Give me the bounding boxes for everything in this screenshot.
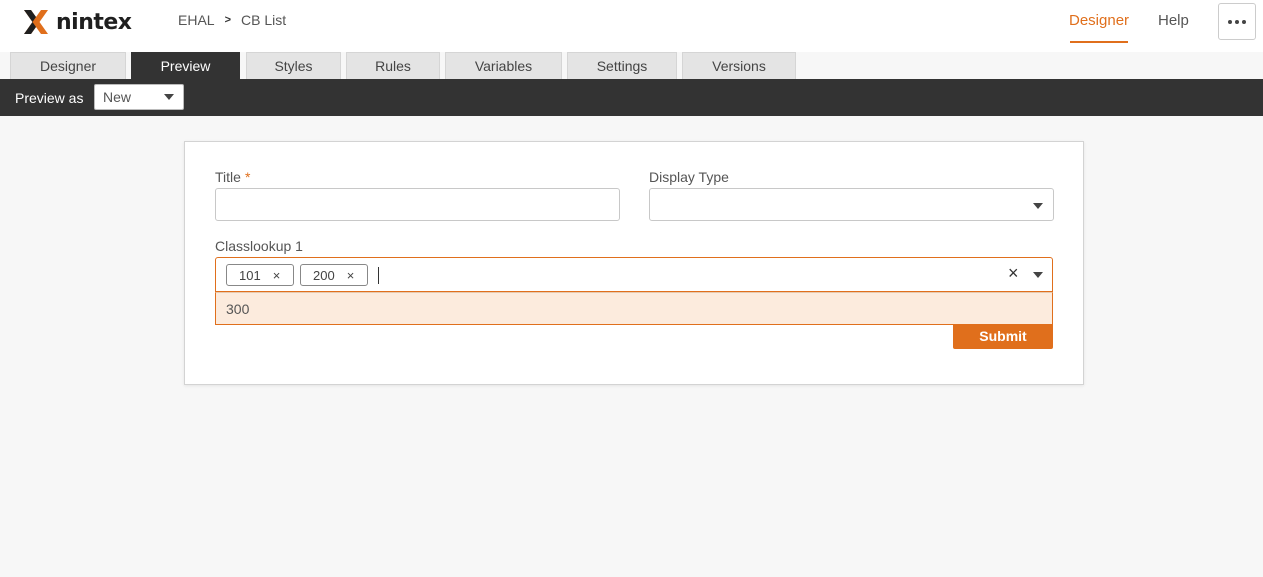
- chevron-right-icon: >: [224, 14, 232, 26]
- tab-variables[interactable]: Variables: [445, 52, 562, 79]
- text-cursor: [378, 267, 379, 284]
- chip-label: 200: [313, 267, 335, 283]
- dropdown-option[interactable]: 300: [215, 292, 1053, 325]
- nintex-x-icon: [22, 8, 50, 36]
- classlookup-multiselect[interactable]: 101 × 200 × ×: [215, 257, 1053, 292]
- ellipsis-icon: [1228, 19, 1232, 24]
- tab-designer[interactable]: Designer: [10, 52, 126, 79]
- ellipsis-dot: [1242, 19, 1246, 24]
- preview-as-value: New: [103, 89, 132, 105]
- title-label-text: Title: [215, 169, 241, 185]
- nintex-logo[interactable]: nintex: [22, 8, 132, 36]
- caret-down-icon[interactable]: [1033, 272, 1043, 278]
- tab-preview[interactable]: Preview: [131, 52, 240, 79]
- tab-settings[interactable]: Settings: [567, 52, 677, 79]
- display-type-label: Display Type: [649, 169, 729, 185]
- form-card: Title * Display Type Classlookup 1 101 × …: [184, 141, 1084, 385]
- selected-chip: 200 ×: [300, 264, 368, 286]
- title-input[interactable]: [215, 188, 620, 221]
- caret-down-icon: [1033, 203, 1043, 209]
- tab-rules[interactable]: Rules: [346, 52, 440, 79]
- more-options-button[interactable]: [1218, 3, 1256, 40]
- breadcrumb-item-ehal[interactable]: EHAL: [178, 12, 215, 28]
- logo-text: nintex: [56, 9, 132, 35]
- nav-active-indicator: [1070, 41, 1128, 43]
- preview-as-select[interactable]: New: [94, 84, 184, 110]
- app-header: nintex EHAL > CB List Designer Help: [0, 0, 1263, 52]
- preview-toolbar: Preview as New: [0, 79, 1263, 116]
- ellipsis-dot: [1235, 19, 1239, 24]
- tab-versions[interactable]: Versions: [682, 52, 796, 79]
- caret-down-icon: [164, 94, 174, 100]
- chip-label: 101: [239, 267, 261, 283]
- nav-designer-link[interactable]: Designer: [1069, 12, 1129, 29]
- classlookup-label: Classlookup 1: [215, 238, 303, 254]
- display-type-select[interactable]: [649, 188, 1054, 221]
- tab-styles[interactable]: Styles: [246, 52, 341, 79]
- selected-chip: 101 ×: [226, 264, 294, 286]
- chip-remove-icon[interactable]: ×: [347, 268, 355, 283]
- clear-icon[interactable]: ×: [1008, 263, 1019, 284]
- breadcrumb-item-cb-list[interactable]: CB List: [241, 12, 286, 28]
- breadcrumb: EHAL > CB List: [178, 12, 286, 28]
- preview-as-label: Preview as: [15, 90, 84, 106]
- title-field-label: Title *: [215, 169, 250, 185]
- nav-help-link[interactable]: Help: [1158, 12, 1189, 29]
- chip-remove-icon[interactable]: ×: [273, 268, 281, 283]
- required-asterisk: *: [244, 169, 251, 185]
